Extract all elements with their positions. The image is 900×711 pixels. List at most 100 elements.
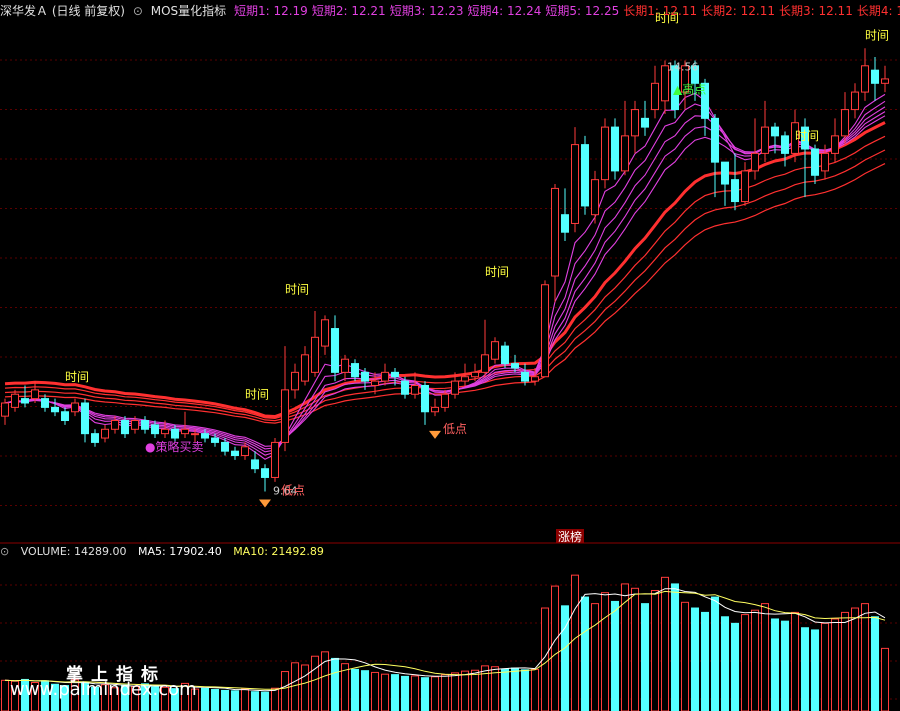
volume-bar (351, 668, 359, 711)
volume-bar (261, 691, 269, 711)
candle-body (261, 468, 269, 478)
candle-body (441, 393, 449, 408)
candle-body (561, 214, 569, 233)
indicator-icon[interactable]: ⊙ (133, 4, 143, 18)
indicator-name[interactable]: MOS量化指标 (151, 4, 226, 18)
volume-bar (221, 689, 229, 711)
volume-bar (391, 674, 399, 711)
volume-bar (741, 614, 749, 711)
volume-header: ⊙ VOLUME: 14289.00 MA5: 17902.40 MA10: 2… (0, 543, 900, 561)
volume-bar (761, 603, 769, 711)
volume-bar (591, 603, 599, 711)
volume-bar (691, 607, 699, 711)
volume-bar (1, 679, 9, 711)
volume-bar (701, 611, 709, 711)
volume-ma5: MA5: 17902.40 (137, 545, 222, 558)
candle-body (741, 170, 749, 203)
candle-body (721, 161, 729, 185)
candle-body (171, 428, 179, 439)
time-marker: 时间 (285, 283, 309, 297)
candle-body (851, 91, 859, 111)
candle-body (241, 446, 249, 457)
candle-body (11, 393, 19, 408)
volume-bar (451, 672, 459, 711)
candle-body (151, 424, 159, 435)
strategy-label: ●策略买卖 (145, 439, 203, 454)
candle-body (121, 420, 129, 435)
indicator-values: 短期1: 12.19 短期2: 12.21 短期3: 12.23 短期4: 12.24… (234, 4, 900, 18)
candle-body (421, 384, 429, 413)
candle-body (811, 148, 819, 176)
volume-value: VOLUME: 14289.00 (20, 545, 127, 558)
volume-bar (681, 601, 689, 711)
candle-body (541, 284, 549, 378)
indicator-value-7: 长期3: 12.11 (778, 4, 853, 18)
candle-body (521, 371, 529, 382)
candle-body (21, 398, 29, 404)
high-price-label: 14.56 (667, 61, 699, 74)
candle-body (391, 371, 399, 378)
volume-bar (751, 609, 759, 711)
volume-bar (231, 690, 239, 711)
candle-body (651, 82, 659, 111)
volume-bar (711, 596, 719, 711)
candle-body (251, 459, 259, 470)
volume-ma10: MA10: 21492.89 (233, 545, 324, 558)
candle-body (91, 433, 99, 443)
volume-settings-icon[interactable]: ⊙ (0, 545, 9, 558)
limit-up-label: 涨榜 (558, 529, 582, 544)
candle-body (881, 78, 889, 84)
candle-body (621, 135, 629, 172)
volume-bar (311, 655, 319, 711)
volume-bar (831, 618, 839, 711)
high-point-label: ▲高点 (673, 81, 706, 96)
candle-body (61, 411, 69, 422)
indicator-header: 深华发Ａ (日线 前复权) ⊙ MOS量化指标 短期1: 12.19 短期2: 1… (0, 0, 900, 22)
candle-body (371, 380, 379, 386)
long-ma-line-3 (4, 149, 886, 422)
kline-chart[interactable]: 时间时间时间时间时间时间时间14.56▲高点9.64低点低点●策略买卖涨榜 (0, 0, 900, 711)
candle-body (531, 376, 539, 382)
volume-bar (481, 665, 489, 711)
time-marker: 时间 (865, 29, 889, 43)
volume-bar (281, 671, 289, 711)
volume-bar (631, 587, 639, 711)
volume-bar (781, 620, 789, 711)
volume-bar (881, 647, 889, 711)
candle-body (101, 428, 109, 439)
low-diamond-icon (259, 499, 271, 508)
volume-bar (461, 670, 469, 711)
candle-body (221, 441, 229, 452)
candle-body (141, 420, 149, 430)
volume-bar (421, 677, 429, 711)
indicator-value-0: 短期1: 12.19 (233, 4, 308, 18)
candle-body (51, 406, 59, 413)
volume-bar (411, 675, 419, 711)
candle-body (771, 126, 779, 137)
volume-bar (841, 611, 849, 711)
watermark-url: www.palmindex.com (10, 679, 197, 700)
volume-bar (721, 616, 729, 711)
time-marker: 时间 (65, 370, 89, 384)
candle-body (201, 433, 209, 439)
candle-body (131, 420, 139, 430)
candle-body (231, 450, 239, 457)
stock-title[interactable]: 深华发Ａ (日线 前复权) (0, 4, 125, 18)
volume-bar (851, 607, 859, 711)
time-marker: 时间 (795, 129, 819, 143)
volume-bar (371, 671, 379, 711)
volume-bar (601, 592, 609, 711)
candle-body (861, 65, 869, 93)
volume-bar (291, 662, 299, 711)
candle-body (501, 345, 509, 365)
volume-bar (431, 676, 439, 711)
volume-bar (251, 691, 259, 711)
candle-body (551, 187, 559, 277)
volume-bar (621, 583, 629, 711)
volume-bar (201, 687, 209, 711)
candle-body (31, 389, 39, 400)
candle-body (401, 380, 409, 395)
volume-bar (771, 618, 779, 711)
candle-body (1, 402, 9, 417)
time-marker: 时间 (485, 265, 509, 279)
